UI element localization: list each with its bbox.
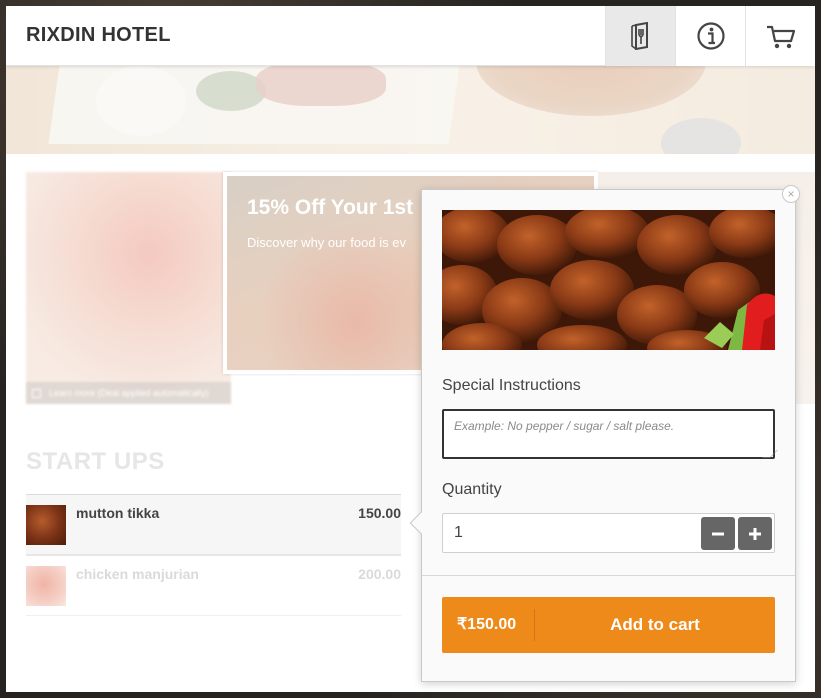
item-image [442,210,775,350]
menu-utensils-icon [628,22,654,50]
quantity-label: Quantity [442,481,502,498]
expand-icon [32,388,41,398]
menu-item-name: chicken manjurian [76,566,199,582]
add-to-cart-button[interactable]: ₹150.00 Add to cart [442,597,775,653]
promo-subtitle: Discover why our food is ev [247,235,406,250]
learn-more-link[interactable]: Learn more (Deal applied automatically) [26,382,231,404]
hero-banner-image [6,66,815,154]
close-button[interactable]: × [782,185,800,203]
top-header: RIXDIN HOTEL [6,6,815,66]
promo-image-left: Learn more (Deal applied automatically) [26,172,231,404]
close-icon: × [787,187,795,201]
increase-quantity-button[interactable] [738,517,772,550]
section-title: START UPS [26,448,165,475]
cart-icon [765,22,797,50]
menu-item-row[interactable]: chicken manjurian 200.00 [26,555,401,616]
menu-button[interactable] [605,6,675,66]
quantity-stepper [442,513,775,553]
learn-more-text: Learn more (Deal applied automatically) [49,388,209,398]
menu-item-thumbnail [26,505,66,545]
info-icon [696,21,726,51]
brand-title[interactable]: RIXDIN HOTEL [26,24,171,47]
special-instructions-field[interactable] [442,409,775,459]
add-to-cart-label: Add to cart [610,615,700,634]
menu-item-name: mutton tikka [76,505,160,521]
popup-divider [422,575,795,576]
cart-total: ₹150.00 [457,616,517,633]
menu-item-thumbnail [26,566,66,606]
menu-item-price: 200.00 [358,566,401,582]
app-frame: RIXDIN HOTEL Learn more (Deal applied au… [6,6,815,692]
info-button[interactable] [675,6,745,66]
special-instructions-label: Special Instructions [442,377,581,394]
quantity-input[interactable] [443,514,693,552]
item-popup: × Special Instructions Example: No peppe… [409,185,800,682]
minus-icon [712,532,724,535]
decrease-quantity-button[interactable] [701,517,735,550]
cart-button[interactable] [745,6,815,66]
menu-item-row[interactable]: mutton tikka 150.00 [26,494,401,555]
menu-item-price: 150.00 [358,505,401,521]
plus-icon [749,527,761,540]
promo-title: 15% Off Your 1st [247,196,414,219]
